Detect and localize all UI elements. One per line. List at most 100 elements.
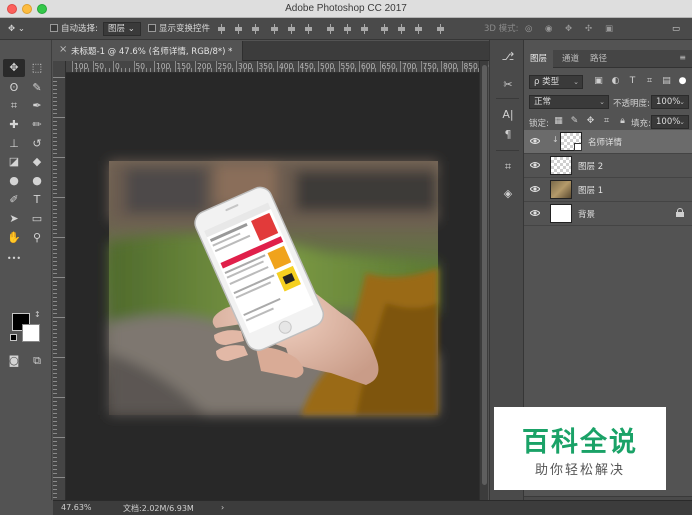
vertical-ruler[interactable] [53,61,66,501]
layer-row[interactable]: 图层 1 [524,178,692,202]
blur-tool[interactable]: ● [3,172,25,190]
layer-filter-dropdown[interactable]: ρ 类型 ⌄ [529,75,583,89]
visibility-eye-icon[interactable] [530,161,540,169]
more-tools[interactable]: ••• [3,250,25,268]
scale-3d-icon[interactable]: ▣ [605,22,613,36]
ruler-tick [53,417,57,418]
lock-transparent-icon[interactable]: ▦ [553,116,564,127]
align-left-icon[interactable] [270,24,279,34]
filter-shape-icon[interactable]: ⌗ [644,76,655,87]
tab-channels[interactable]: 通道 [556,50,585,68]
auto-select-target-dropdown[interactable]: 图层 ⌄ [103,22,141,36]
lock-all-icon[interactable]: 🔒︎ [617,116,628,127]
filter-pixel-icon[interactable]: ▣ [593,76,604,87]
default-colors-icon[interactable] [10,334,17,341]
background-color-swatch[interactable] [22,324,40,342]
ruler-tick [53,389,57,390]
move-tool-preset-icon[interactable]: ✥ ⌄ [8,22,25,36]
ruler-tick [53,405,57,406]
tab-paths[interactable]: 路径 [584,50,613,68]
blend-mode-dropdown[interactable]: 正常 ⌄ [529,95,609,109]
character-panel-icon[interactable]: A| [501,108,515,122]
rectangle-tool[interactable]: ▭ [26,210,48,228]
horizontal-ruler[interactable]: 100 50 0 50 100 150 200 250 300 350 400 450 500 550 60… [66,61,500,73]
swatches-panel-icon[interactable]: ✂ [501,78,515,92]
history-panel-icon[interactable]: ⎇ [501,50,515,64]
distribute-hcenter-icon[interactable] [397,24,406,34]
align-top-icon[interactable] [217,24,226,34]
eraser-tool[interactable]: ◪ [3,153,25,171]
fill-input[interactable]: 100% ⌄ [651,115,689,129]
panel-menu-icon[interactable]: ≡ [679,53,686,62]
canvas-area[interactable] [66,73,479,501]
hand-tool[interactable]: ✋ [3,229,25,247]
paragraph-panel-icon[interactable]: ¶ [501,128,515,142]
close-document-icon[interactable]: × [59,44,67,55]
auto-align-icon[interactable] [436,24,445,34]
roll-3d-icon[interactable]: ◉ [545,22,552,36]
crop-panel-icon[interactable]: ⌗ [501,160,515,174]
quick-mask[interactable]: ◙ [3,352,25,370]
status-menu-arrow-icon[interactable]: › [221,503,224,512]
align-bottom-icon[interactable] [251,24,260,34]
clone-stamp-tool[interactable]: ⊥ [3,135,25,153]
visibility-eye-icon[interactable] [530,137,540,145]
distribute-vcenter-icon[interactable] [343,24,352,34]
ruler-minor-tick [416,68,418,72]
document-canvas[interactable] [66,73,479,501]
dodge-tool[interactable]: ● [26,172,48,190]
pen-tool[interactable]: ✐ [3,191,25,209]
type-tool[interactable]: T [26,191,48,209]
orbit-3d-icon[interactable]: ◎ [525,22,532,36]
lasso-tool[interactable]: ʘ [3,79,25,97]
move-tool[interactable]: ✥ [3,59,25,77]
document-tab[interactable]: × 未标题-1 @ 47.6% (名师详情, RGB/8*) * [53,41,243,61]
opacity-input[interactable]: 100% ⌄ [651,95,689,109]
quick-select-tool[interactable]: ✎ [26,79,48,97]
workspace-menu-icon[interactable]: ▭ [672,22,680,36]
show-transform-checkbox[interactable]: 显示变换控件 [148,22,210,36]
slide-3d-icon[interactable]: ✣ [585,22,592,36]
path-select-tool[interactable]: ➤ [3,210,25,228]
lock-image-icon[interactable]: ✎ [569,116,580,127]
marquee-tool[interactable]: ⬚ [26,59,48,77]
filter-adjustment-icon[interactable]: ◐ [610,76,621,87]
layer-row[interactable]: 图层 2 [524,154,692,178]
ruler-tick [53,261,57,262]
layer-row[interactable]: ↓ 名师详情 [524,130,692,154]
swap-colors-icon[interactable]: ↕ [34,310,41,319]
brush-tool[interactable]: ✏ [26,116,48,134]
lock-position-icon[interactable]: ✥ [585,116,596,127]
filter-type-icon[interactable]: T [627,76,638,87]
zoom-tool[interactable]: ⚲ [26,229,48,247]
layer-row[interactable]: 背景 [524,202,692,226]
filter-smartobject-icon[interactable]: ▤ [661,76,672,87]
ruler-tick [53,265,57,266]
layers-panel-icon[interactable]: ◈ [501,187,515,201]
ruler-tick [53,153,57,154]
distribute-bottom-icon[interactable] [360,24,369,34]
scrollbar-thumb[interactable] [482,65,487,485]
align-vcenter-icon[interactable] [234,24,243,34]
crop-tool[interactable]: ⌗ [3,97,25,115]
align-hcenter-icon[interactable] [287,24,296,34]
auto-select-checkbox[interactable]: 自动选择: [50,22,98,36]
distribute-left-icon[interactable] [380,24,389,34]
eyedropper-tool[interactable]: ✒ [26,97,48,115]
pan-3d-icon[interactable]: ✥ [565,22,572,36]
history-brush-tool[interactable]: ↺ [26,135,48,153]
tab-layers[interactable]: 图层 [524,50,554,68]
paint-bucket-tool[interactable]: ◆ [26,153,48,171]
visibility-eye-icon[interactable] [530,185,540,193]
healing-brush-tool[interactable]: ✚ [3,116,25,134]
zoom-level[interactable]: 47.63% [61,503,92,512]
lock-artboard-icon[interactable]: ⌗ [601,116,612,127]
visibility-eye-icon[interactable] [530,209,540,217]
ruler-minor-tick [84,68,86,72]
screen-mode[interactable]: ⧉ [26,352,48,370]
distribute-right-icon[interactable] [414,24,423,34]
filter-toggle-icon[interactable]: ● [677,76,688,87]
align-right-icon[interactable] [304,24,313,34]
vertical-scrollbar[interactable] [479,61,488,501]
distribute-top-icon[interactable] [326,24,335,34]
